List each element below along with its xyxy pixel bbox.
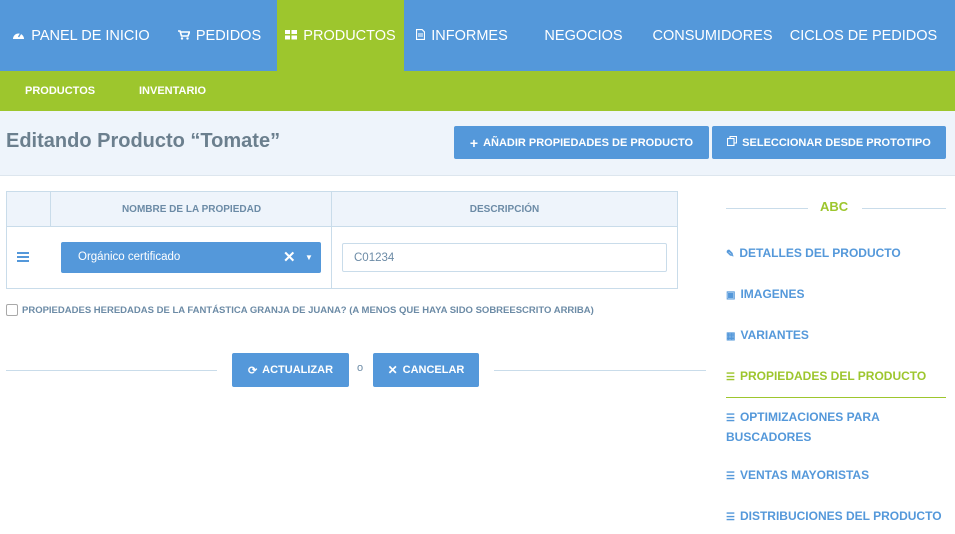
sidebar-link-product-details[interactable]: ✎ DETALLES DEL PRODUCTO bbox=[726, 244, 901, 264]
subnav-item-inventario[interactable]: INVENTARIO bbox=[139, 71, 206, 111]
list-icon: ☰ bbox=[726, 471, 735, 482]
sidebar-link-wholesale[interactable]: ☰ VENTAS MAYORISTAS bbox=[726, 466, 869, 486]
list-icon: ☰ bbox=[726, 512, 735, 523]
sidebar-link-seo[interactable]: ☰ OPTIMIZACIONES PARA BUSCADORES bbox=[726, 408, 926, 447]
nav-item-label: CONSUMIDORES bbox=[652, 27, 773, 44]
clear-icon[interactable]: ✕ bbox=[283, 242, 296, 273]
nav-item-productos[interactable]: PRODUCTOS bbox=[277, 0, 404, 71]
close-icon: ✕ bbox=[387, 363, 398, 377]
sidebar-link-label: VARIANTES bbox=[740, 328, 809, 342]
divider-line bbox=[494, 370, 706, 371]
sidebar-link-images[interactable]: ▣ IMAGENES bbox=[726, 285, 804, 305]
sidebar-link-label: VENTAS MAYORISTAS bbox=[739, 468, 870, 482]
page-header: Editando Producto “Tomate” + AÑADIR PROP… bbox=[0, 111, 955, 176]
refresh-icon: ⟳ bbox=[247, 364, 258, 377]
nav-item-label: CICLOS DE PEDIDOS bbox=[789, 27, 938, 44]
nav-item-label: PEDIDOS bbox=[195, 27, 262, 44]
sidebar-link-product-properties[interactable]: ☰ PROPIEDADES DEL PRODUCTO bbox=[726, 367, 926, 387]
sidebar-title-line bbox=[726, 208, 808, 209]
inherit-properties-option: PROPIEDADES HEREDADAS DE LA FANTÁSTICA G… bbox=[6, 304, 594, 316]
dropdown-arrow-icon[interactable]: ▼ bbox=[305, 242, 313, 273]
dashboard-icon bbox=[12, 28, 25, 44]
column-divider bbox=[331, 192, 332, 288]
divider-line bbox=[6, 370, 217, 371]
column-header-property-name: NOMBRE DE LA PROPIEDAD bbox=[121, 204, 262, 215]
subnav-item-productos[interactable]: PRODUCTOS bbox=[25, 71, 95, 111]
button-label: SELECCIONAR DESDE PROTOTIPO bbox=[742, 136, 931, 149]
nav-item-dashboard[interactable]: PANEL DE INICIO bbox=[0, 0, 162, 71]
product-properties-table: NOMBRE DE LA PROPIEDAD DESCRIPCIÓN Orgán… bbox=[6, 191, 678, 289]
copy-icon bbox=[727, 135, 738, 149]
table-header: NOMBRE DE LA PROPIEDAD DESCRIPCIÓN bbox=[7, 192, 677, 227]
sub-navigation: PRODUCTOS INVENTARIO bbox=[0, 71, 955, 118]
selected-value: Orgánico certificado bbox=[78, 251, 181, 263]
active-link-underline bbox=[726, 397, 946, 398]
edit-icon: ✎ bbox=[726, 249, 735, 260]
or-separator: o bbox=[357, 362, 364, 374]
update-button[interactable]: ⟳ ACTUALIZAR bbox=[232, 353, 349, 387]
column-header-description: DESCRIPCIÓN bbox=[469, 204, 540, 215]
sidebar-title-line bbox=[862, 208, 946, 209]
nav-item-label: PRODUCTOS bbox=[303, 27, 396, 44]
nav-item-negocios[interactable]: NEGOCIOS bbox=[520, 0, 647, 71]
grid-icon bbox=[285, 28, 298, 44]
cancel-button[interactable]: ✕ CANCELAR bbox=[373, 353, 479, 387]
list-icon: ☰ bbox=[726, 413, 735, 424]
drag-handle-icon[interactable] bbox=[17, 252, 29, 264]
button-label: AÑADIR PROPIEDADES DE PRODUCTO bbox=[483, 136, 694, 149]
inherit-properties-label: PROPIEDADES HEREDADAS DE LA FANTÁSTICA G… bbox=[22, 304, 594, 316]
nav-item-label: NEGOCIOS bbox=[544, 27, 623, 44]
nav-item-ciclos-de-pedidos[interactable]: CICLOS DE PEDIDOS bbox=[778, 0, 949, 71]
property-name-select[interactable]: Orgánico certificado ✕ ▼ bbox=[61, 242, 321, 273]
grid-icon: ▦ bbox=[726, 331, 736, 342]
file-icon bbox=[416, 28, 426, 44]
page-title: Editando Producto “Tomate” bbox=[6, 130, 281, 152]
column-divider bbox=[50, 192, 51, 227]
nav-item-consumidores[interactable]: CONSUMIDORES bbox=[647, 0, 778, 71]
nav-item-pedidos[interactable]: PEDIDOS bbox=[162, 0, 277, 71]
sidebar-link-label: PROPIEDADES DEL PRODUCTO bbox=[739, 369, 927, 383]
nav-item-label: INFORMES bbox=[431, 27, 508, 44]
cart-icon bbox=[177, 28, 191, 44]
sidebar-link-distributions[interactable]: ☰ DISTRIBUCIONES DEL PRODUCTO bbox=[726, 507, 942, 527]
sidebar-link-label: IMAGENES bbox=[740, 287, 805, 301]
sidebar-link-label: OPTIMIZACIONES PARA BUSCADORES bbox=[726, 410, 880, 444]
add-properties-button[interactable]: + AÑADIR PROPIEDADES DE PRODUCTO bbox=[454, 126, 709, 159]
inherit-properties-checkbox[interactable] bbox=[6, 304, 18, 316]
select-prototype-button[interactable]: SELECCIONAR DESDE PROTOTIPO bbox=[712, 126, 946, 159]
plus-icon: + bbox=[469, 134, 479, 151]
nav-item-informes[interactable]: INFORMES bbox=[404, 0, 520, 71]
sidebar-title: ABC bbox=[820, 199, 849, 214]
description-input[interactable] bbox=[342, 243, 667, 272]
nav-item-label: PANEL DE INICIO bbox=[31, 27, 150, 44]
image-icon: ▣ bbox=[726, 290, 736, 301]
button-label: ACTUALIZAR bbox=[262, 364, 334, 376]
sidebar-link-label: DETALLES DEL PRODUCTO bbox=[739, 246, 901, 260]
button-label: CANCELAR bbox=[402, 364, 465, 376]
sidebar-link-label: DISTRIBUCIONES DEL PRODUCTO bbox=[739, 509, 942, 523]
sidebar-link-variants[interactable]: ▦ VARIANTES bbox=[726, 326, 809, 346]
list-icon: ☰ bbox=[726, 372, 735, 383]
top-navigation: PANEL DE INICIO PEDIDOS PRODUCTOS INFORM… bbox=[0, 0, 955, 71]
